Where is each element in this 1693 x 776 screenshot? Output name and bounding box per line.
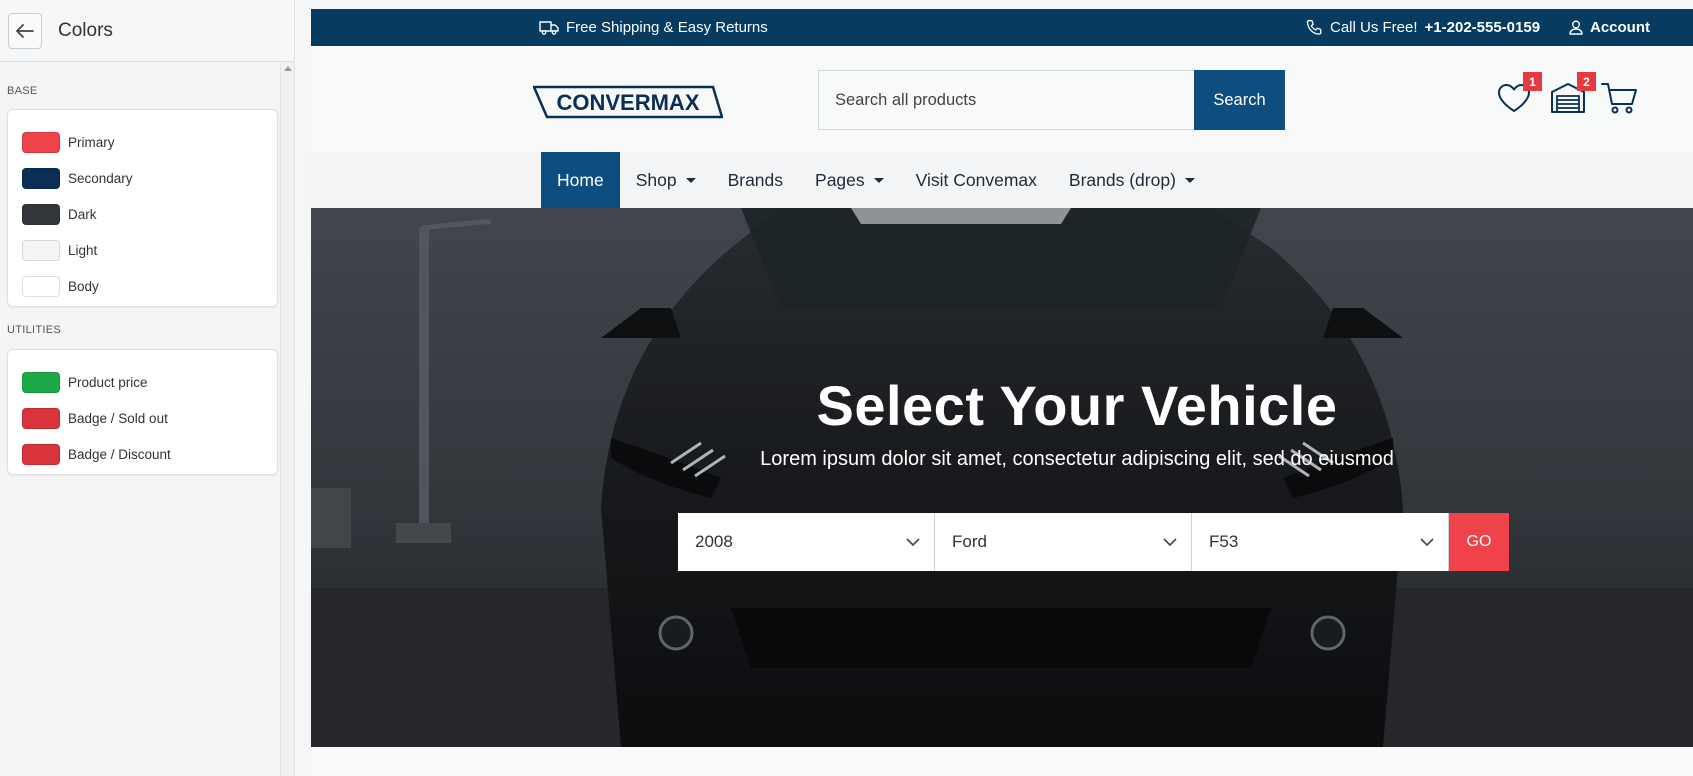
panel-scroll-area: BASE Primary Secondary Dark Light Body U… bbox=[0, 62, 294, 776]
color-row-secondary[interactable]: Secondary bbox=[8, 160, 277, 196]
arrow-left-icon bbox=[16, 23, 34, 38]
make-value: Ford bbox=[952, 532, 987, 551]
make-select[interactable]: Ford bbox=[935, 513, 1192, 571]
nav-item-brands[interactable]: Brands bbox=[712, 152, 799, 208]
color-swatch[interactable] bbox=[22, 167, 60, 189]
cart-button[interactable] bbox=[1601, 80, 1641, 120]
vehicle-selector: 2008 Ford F53 GO bbox=[678, 513, 1509, 571]
hero-title: Select Your Vehicle bbox=[816, 374, 1338, 437]
chevron-down-icon bbox=[1420, 537, 1434, 546]
chevron-down-icon bbox=[906, 537, 920, 546]
model-value: F53 bbox=[1209, 532, 1239, 551]
color-swatch[interactable] bbox=[22, 275, 60, 297]
wishlist-count-badge: 1 bbox=[1523, 72, 1542, 91]
site-header: CONVERMAX Search 1 2 bbox=[311, 46, 1693, 152]
color-row-product-price[interactable]: Product price bbox=[8, 364, 277, 400]
color-swatch[interactable] bbox=[22, 203, 60, 225]
panel-scrollbar[interactable] bbox=[280, 62, 294, 776]
hero-banner: Select Your Vehicle Lorem ipsum dolor si… bbox=[311, 208, 1693, 747]
go-button[interactable]: GO bbox=[1449, 513, 1509, 571]
garage-count-badge: 2 bbox=[1577, 72, 1596, 91]
utility-colors-card: Product price Badge / Sold out Badge / D… bbox=[7, 349, 278, 475]
color-swatch[interactable] bbox=[22, 371, 60, 393]
section-label-utilities: UTILITIES bbox=[7, 324, 62, 336]
nav-item-brands-drop[interactable]: Brands (drop) bbox=[1053, 152, 1211, 208]
color-row-dark[interactable]: Dark bbox=[8, 196, 277, 232]
nav-label: Pages bbox=[815, 169, 865, 190]
storefront-preview: Free Shipping & Easy Returns Call Us Fre… bbox=[311, 9, 1693, 776]
panel-title: Colors bbox=[58, 19, 113, 41]
nav-item-home[interactable]: Home bbox=[541, 152, 620, 208]
color-swatch[interactable] bbox=[22, 407, 60, 429]
color-label: Dark bbox=[68, 206, 97, 222]
garage-button[interactable]: 2 bbox=[1550, 72, 1596, 120]
color-row-light[interactable]: Light bbox=[8, 232, 277, 268]
nav-label: Shop bbox=[635, 169, 677, 190]
color-row-body[interactable]: Body bbox=[8, 268, 277, 304]
main-navigation: Home Shop Brands Pages Visit Convemax Br… bbox=[311, 152, 1693, 208]
scroll-up-arrow-icon[interactable] bbox=[284, 66, 292, 71]
color-swatch[interactable] bbox=[22, 443, 60, 465]
convermax-logo[interactable]: CONVERMAX bbox=[533, 85, 723, 119]
svg-text:CONVERMAX: CONVERMAX bbox=[556, 90, 699, 115]
nav-item-shop[interactable]: Shop bbox=[620, 152, 712, 208]
account-link[interactable]: Account bbox=[1569, 9, 1650, 46]
caret-down-icon bbox=[1184, 177, 1195, 183]
user-icon bbox=[1569, 20, 1583, 35]
nav-item-pages[interactable]: Pages bbox=[799, 152, 900, 208]
wishlist-button[interactable]: 1 bbox=[1496, 72, 1542, 120]
top-bar: Free Shipping & Easy Returns Call Us Fre… bbox=[311, 9, 1693, 46]
model-select[interactable]: F53 bbox=[1192, 513, 1449, 571]
phone-number[interactable]: +1-202-555-0159 bbox=[1425, 19, 1541, 36]
nav-label: Visit Convemax bbox=[915, 169, 1037, 190]
search-bar: Search bbox=[818, 70, 1285, 130]
color-swatch[interactable] bbox=[22, 131, 60, 153]
color-label: Product price bbox=[68, 374, 148, 390]
color-label: Badge / Sold out bbox=[68, 410, 168, 426]
shipping-notice: Free Shipping & Easy Returns bbox=[539, 9, 768, 46]
search-input[interactable] bbox=[818, 70, 1194, 130]
panel-header: Colors bbox=[0, 0, 294, 62]
theme-editor-panel: Colors BASE Primary Secondary Dark Light bbox=[0, 0, 295, 776]
cart-icon bbox=[1601, 83, 1637, 114]
nav-items: Home Shop Brands Pages Visit Convemax Br… bbox=[541, 152, 1211, 208]
color-row-badge-discount[interactable]: Badge / Discount bbox=[8, 436, 277, 472]
caret-down-icon bbox=[685, 177, 696, 183]
color-swatch[interactable] bbox=[22, 239, 60, 261]
color-label: Body bbox=[68, 278, 99, 294]
phone-icon bbox=[1306, 19, 1322, 35]
nav-label: Brands bbox=[727, 169, 784, 190]
nav-label: Brands (drop) bbox=[1068, 169, 1176, 190]
account-label: Account bbox=[1590, 19, 1650, 36]
chevron-down-icon bbox=[1163, 537, 1177, 546]
nav-label: Home bbox=[557, 169, 604, 190]
search-button[interactable]: Search bbox=[1194, 70, 1285, 130]
color-row-primary[interactable]: Primary bbox=[8, 124, 277, 160]
base-colors-card: Primary Secondary Dark Light Body bbox=[7, 109, 278, 307]
shipping-text: Free Shipping & Easy Returns bbox=[566, 19, 768, 36]
call-us-label: Call Us Free! bbox=[1330, 19, 1418, 36]
year-select[interactable]: 2008 bbox=[678, 513, 935, 571]
caret-down-icon bbox=[873, 177, 884, 183]
section-label-base: BASE bbox=[7, 85, 38, 97]
nav-item-visit-convemax[interactable]: Visit Convemax bbox=[900, 152, 1053, 208]
year-value: 2008 bbox=[695, 532, 733, 551]
color-label: Secondary bbox=[68, 170, 133, 186]
color-label: Primary bbox=[68, 134, 115, 150]
truck-icon bbox=[539, 21, 559, 35]
phone-contact[interactable]: Call Us Free! +1-202-555-0159 bbox=[1306, 9, 1540, 46]
color-label: Light bbox=[68, 242, 98, 258]
hero-car-image bbox=[311, 208, 1693, 747]
hero-subtitle: Lorem ipsum dolor sit amet, consectetur … bbox=[760, 448, 1394, 470]
color-row-badge-sold-out[interactable]: Badge / Sold out bbox=[8, 400, 277, 436]
back-button[interactable] bbox=[8, 12, 42, 49]
color-label: Badge / Discount bbox=[68, 446, 171, 462]
